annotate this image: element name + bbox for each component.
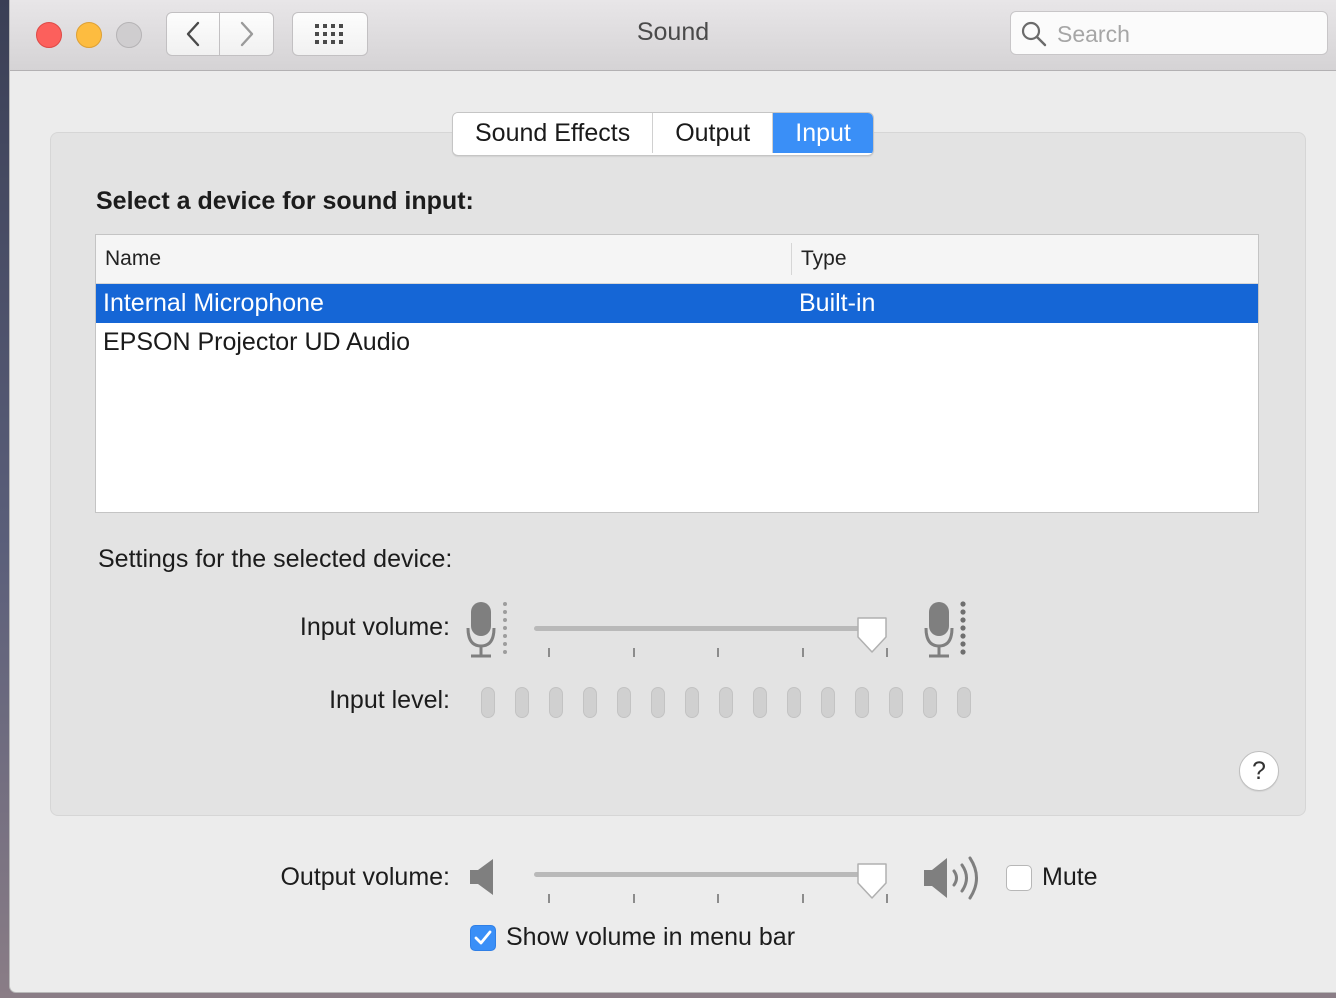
input-level-segment <box>855 687 869 718</box>
input-level-segment <box>753 687 767 718</box>
slider-tick <box>633 648 635 657</box>
mute-label[interactable]: Mute <box>1042 863 1098 892</box>
speaker-low-icon <box>470 859 493 895</box>
tab-output[interactable]: Output <box>653 113 774 153</box>
input-level-segment <box>549 687 563 718</box>
slider-tick <box>717 648 719 657</box>
slider-tick <box>633 894 635 903</box>
input-level-segment <box>957 687 971 718</box>
search-icon <box>1021 21 1047 47</box>
input-level-segment <box>617 687 631 718</box>
input-volume-label: Input volume: <box>299 613 450 641</box>
table-row[interactable]: EPSON Projector UD Audio <box>96 323 1258 362</box>
show-volume-in-menu-bar-label[interactable]: Show volume in menu bar <box>506 923 795 952</box>
output-volume-label: Output volume: <box>280 863 450 891</box>
device-name: EPSON Projector UD Audio <box>103 328 411 356</box>
input-volume-slider-thumb[interactable] <box>855 615 889 655</box>
input-device-table: Name Type Internal Microphone Built-in E… <box>95 234 1259 513</box>
input-level-segment <box>481 687 495 718</box>
speaker-high-icon <box>924 856 978 900</box>
output-volume-ticks <box>534 894 888 904</box>
input-level-label: Input level: <box>329 686 450 714</box>
tab-bar: Sound Effects Output Input <box>452 112 874 156</box>
search-field[interactable] <box>1010 11 1328 55</box>
input-level-segment <box>515 687 529 718</box>
column-header-type[interactable]: Type <box>801 247 847 271</box>
selected-device-settings-heading: Settings for the selected device: <box>98 545 453 573</box>
input-level-segment <box>719 687 733 718</box>
output-volume-slider[interactable] <box>534 872 884 877</box>
device-type: Built-in <box>799 289 876 317</box>
input-level-segment <box>787 687 801 718</box>
input-volume-slider[interactable] <box>534 626 884 631</box>
show-volume-in-menu-bar-checkbox[interactable] <box>470 925 496 951</box>
search-input[interactable] <box>1055 18 1319 50</box>
help-button[interactable]: ? <box>1239 751 1279 791</box>
microphone-high-icon <box>924 601 966 658</box>
input-level-segment <box>889 687 903 718</box>
tab-input[interactable]: Input <box>773 113 873 153</box>
checkmark-icon <box>474 930 492 945</box>
input-volume-ticks <box>534 648 888 658</box>
output-volume-slider-thumb[interactable] <box>855 861 889 901</box>
microphone-low-icon <box>466 602 507 658</box>
table-header: Name Type <box>96 235 1258 284</box>
input-level-segment <box>923 687 937 718</box>
device-select-heading: Select a device for sound input: <box>96 187 474 215</box>
slider-tick <box>802 894 804 903</box>
input-level-segment <box>821 687 835 718</box>
input-level-segment <box>651 687 665 718</box>
input-level-segment <box>583 687 597 718</box>
slider-tick <box>548 648 550 657</box>
slider-tick <box>548 894 550 903</box>
sound-preferences-window: Sound Sound Effects Output Input Select … <box>10 0 1336 992</box>
slider-tick <box>717 894 719 903</box>
tab-sound-effects[interactable]: Sound Effects <box>453 113 654 153</box>
device-name: Internal Microphone <box>103 289 324 317</box>
slider-tick <box>802 648 804 657</box>
column-header-name[interactable]: Name <box>105 247 161 271</box>
mute-checkbox[interactable] <box>1006 865 1032 891</box>
input-level-segment <box>685 687 699 718</box>
column-divider[interactable] <box>791 243 792 275</box>
title-bar: Sound <box>10 0 1336 71</box>
table-row[interactable]: Internal Microphone Built-in <box>96 284 1258 323</box>
